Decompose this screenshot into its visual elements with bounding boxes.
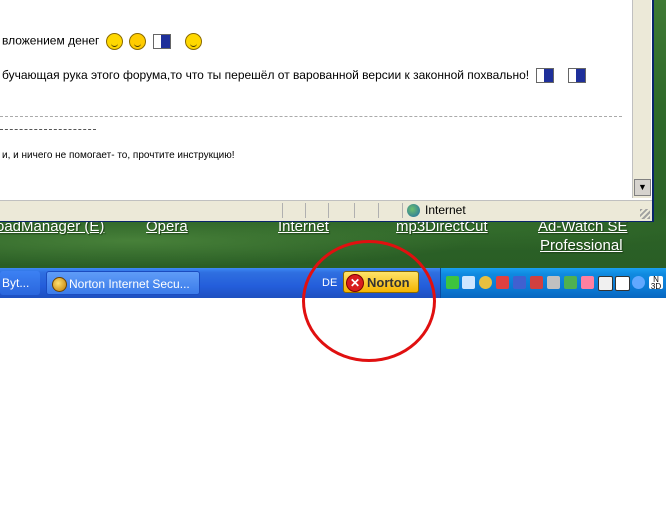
app-icon[interactable] [598, 276, 613, 291]
scroll-down-arrow-icon[interactable]: ▼ [634, 179, 651, 196]
status-segment [328, 203, 329, 218]
security-icon[interactable] [530, 276, 543, 289]
signature-divider [0, 129, 96, 130]
taskbar-button-label: Norton Internet Secu... [69, 277, 190, 291]
status-segment [378, 203, 379, 218]
thumbs-up-icon [536, 68, 555, 84]
media-icon[interactable] [496, 276, 509, 289]
search-icon[interactable] [632, 276, 645, 289]
network-icon[interactable] [446, 276, 459, 289]
forum-line-1: вложением денег [2, 33, 202, 50]
taskbar-button-1[interactable]: Byt... [0, 271, 40, 295]
forum-line-3: и, и ничего не помогает- то, прочтите ин… [2, 150, 235, 161]
smiley-icon [105, 33, 123, 50]
status-segment [282, 203, 283, 218]
browser-window: вложением денег бучающая рука этого фору… [0, 0, 654, 222]
globe-icon[interactable] [479, 276, 492, 289]
smiley-icon [184, 33, 202, 50]
clock-icon[interactable] [564, 276, 577, 289]
shield-icon[interactable] [581, 276, 594, 289]
mail-icon[interactable] [513, 276, 526, 289]
status-segment [354, 203, 355, 218]
desktop-icon-ad-watch-professional[interactable]: Professional [540, 237, 623, 254]
display-icon[interactable] [462, 276, 475, 289]
zone-label: Internet [425, 203, 466, 217]
forum-text-2: бучающая рука этого форума,то что ты пер… [2, 68, 530, 82]
system-tray: N 3D [440, 268, 666, 298]
resize-grip-icon[interactable] [640, 209, 650, 219]
ntn-icon[interactable]: N 3D [649, 276, 663, 291]
thumbs-up-icon [153, 34, 172, 49]
forum-text-1: вложением денег [2, 33, 100, 48]
status-segment [305, 203, 306, 218]
refresh-icon[interactable] [615, 276, 630, 291]
status-bar: Internet [0, 200, 652, 221]
browser-icon [52, 277, 67, 292]
forum-line-2: бучающая рука этого форума,то что ты пер… [2, 68, 586, 84]
forum-content: вложением денег бучающая рука этого фору… [0, 0, 630, 198]
security-zone: Internet [407, 203, 466, 218]
post-separator [0, 116, 622, 117]
cool-smiley-icon [129, 33, 147, 50]
taskbar-button-norton[interactable]: Norton Internet Secu... [46, 271, 200, 295]
status-segment [402, 203, 403, 218]
thumbs-up-icon [567, 68, 586, 84]
taskbar-button-label: Byt... [2, 276, 30, 290]
globe-icon [407, 204, 420, 218]
vertical-scrollbar[interactable]: ▼ [632, 0, 651, 198]
forum-text-3: и, и ничего не помогает- то, прочтите ин… [2, 150, 235, 161]
speaker-icon[interactable] [547, 276, 560, 289]
red-annotation-circle [302, 240, 436, 362]
